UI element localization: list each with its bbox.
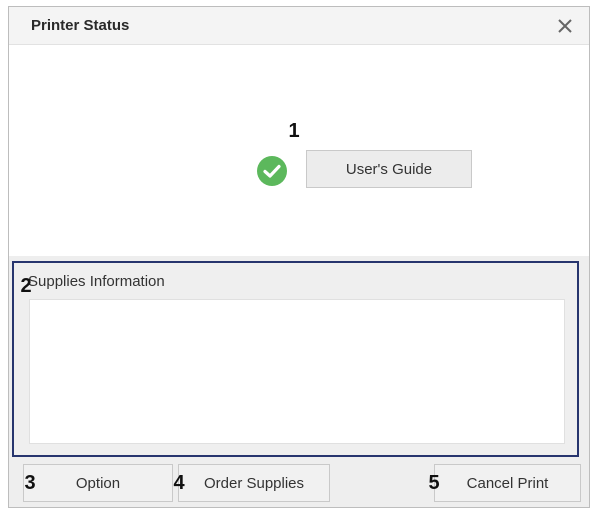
option-button[interactable]: Option [23, 464, 173, 502]
title-bar: Printer Status [9, 7, 589, 45]
close-button[interactable] [551, 12, 579, 40]
status-ok-icon [257, 156, 287, 186]
callout-3: 3 [17, 470, 43, 496]
lower-section: Supplies Information 2 Option Order Supp… [9, 256, 589, 507]
printer-status-window: Printer Status 1 User's Guide Supplies I… [8, 6, 590, 508]
window-title: Printer Status [31, 17, 130, 34]
callout-5: 5 [421, 470, 447, 496]
callout-4: 4 [166, 470, 192, 496]
cancel-print-button[interactable]: Cancel Print [434, 464, 581, 502]
callout-1: 1 [281, 118, 307, 144]
users-guide-button[interactable]: User's Guide [306, 150, 472, 188]
supplies-information-panel [29, 299, 565, 444]
close-icon [558, 19, 572, 33]
supplies-information-group: Supplies Information [12, 261, 579, 457]
order-supplies-button[interactable]: Order Supplies [178, 464, 330, 502]
callout-2: 2 [13, 273, 39, 299]
status-area: 1 User's Guide [9, 46, 589, 255]
supplies-information-label: Supplies Information [28, 273, 165, 290]
